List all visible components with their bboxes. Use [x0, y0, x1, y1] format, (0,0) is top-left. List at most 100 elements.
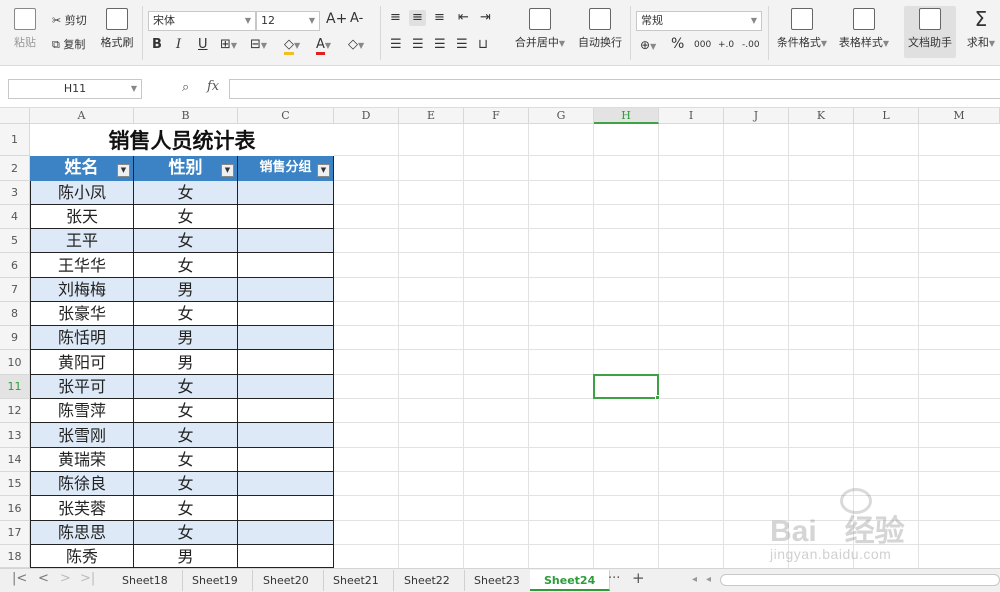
- table-cell[interactable]: 女: [134, 375, 238, 399]
- align-right-button[interactable]: ☰: [434, 37, 446, 53]
- table-cell[interactable]: 男: [134, 326, 238, 350]
- column-header-i[interactable]: I: [659, 108, 724, 124]
- table-cell[interactable]: 男: [134, 278, 238, 302]
- column-header-h[interactable]: H: [594, 108, 659, 124]
- more-sheets-button[interactable]: ···: [608, 571, 620, 586]
- number-format-select[interactable]: 常规 ▼: [636, 11, 762, 31]
- table-cell[interactable]: 张天: [30, 205, 134, 229]
- name-box[interactable]: H11 ▼: [8, 79, 142, 99]
- table-cell[interactable]: 男: [134, 545, 238, 568]
- table-cell[interactable]: [238, 545, 334, 568]
- table-cell[interactable]: 女: [134, 496, 238, 521]
- table-cell[interactable]: 陈秀: [30, 545, 134, 568]
- font-color-button[interactable]: A▼: [316, 37, 331, 55]
- row-header[interactable]: 6: [0, 253, 30, 278]
- clear-button[interactable]: ◇▼: [348, 37, 364, 54]
- table-cell[interactable]: 张豪华: [30, 302, 134, 326]
- underline-button[interactable]: U: [198, 37, 208, 53]
- filter-dropdown-icon[interactable]: ▼: [221, 164, 234, 177]
- table-cell[interactable]: 黄阳可: [30, 350, 134, 375]
- column-header-c[interactable]: C: [238, 108, 334, 124]
- column-header-f[interactable]: F: [464, 108, 529, 124]
- table-cell[interactable]: 女: [134, 181, 238, 205]
- table-header-cell[interactable]: 姓名 ▼: [30, 156, 134, 181]
- distribute-button[interactable]: ⊔: [478, 37, 488, 53]
- sheet-tab-sheet22[interactable]: Sheet22: [390, 570, 465, 591]
- table-cell[interactable]: 男: [134, 350, 238, 375]
- selected-cell[interactable]: [593, 374, 659, 399]
- table-cell[interactable]: 陈恬明: [30, 326, 134, 350]
- table-cell[interactable]: [238, 423, 334, 448]
- column-header-g[interactable]: G: [529, 108, 594, 124]
- scroll-left-icon[interactable]: ◂: [692, 574, 697, 585]
- sheet-tab-sheet19[interactable]: Sheet19: [178, 570, 253, 591]
- wrap-text-button[interactable]: 自动换行: [576, 8, 624, 50]
- row-header[interactable]: 8: [0, 302, 30, 326]
- column-header-l[interactable]: L: [854, 108, 919, 124]
- decrease-decimal-button[interactable]: -.00: [742, 37, 760, 53]
- italic-button[interactable]: I: [176, 37, 181, 53]
- table-cell[interactable]: 陈徐良: [30, 472, 134, 496]
- percent-button[interactable]: %: [671, 36, 684, 52]
- border-button[interactable]: ⊞▼: [220, 37, 237, 54]
- table-cell[interactable]: 刘梅梅: [30, 278, 134, 302]
- align-center-button[interactable]: ☰: [412, 37, 424, 53]
- table-cell[interactable]: 女: [134, 229, 238, 253]
- cut-button[interactable]: ✂ 剪切: [52, 13, 87, 29]
- column-header-k[interactable]: K: [789, 108, 854, 124]
- next-sheet-button[interactable]: >: [60, 571, 71, 586]
- first-sheet-button[interactable]: |<: [12, 571, 27, 586]
- table-style-button[interactable]: 表格样式▼: [836, 8, 892, 50]
- table-cell[interactable]: 张雪刚: [30, 423, 134, 448]
- table-header-cell[interactable]: 性别 ▼: [134, 156, 238, 181]
- copy-button[interactable]: ⧉ 复制: [52, 37, 85, 53]
- add-sheet-button[interactable]: +: [632, 569, 645, 587]
- increase-decimal-button[interactable]: +.0: [718, 37, 734, 53]
- table-cell[interactable]: [238, 521, 334, 545]
- row-header[interactable]: 18: [0, 545, 30, 568]
- table-title[interactable]: 销售人员统计表: [30, 124, 334, 156]
- doc-assistant-button[interactable]: 文档助手: [904, 6, 956, 58]
- row-header[interactable]: 13: [0, 423, 30, 448]
- table-cell[interactable]: [238, 205, 334, 229]
- row-header[interactable]: 2: [0, 156, 30, 181]
- column-header-j[interactable]: J: [724, 108, 789, 124]
- table-cell[interactable]: 女: [134, 472, 238, 496]
- merge-center-button[interactable]: 合并居中▼: [512, 8, 568, 50]
- scroll-left-icon[interactable]: ◂: [706, 574, 711, 585]
- filter-dropdown-icon[interactable]: ▼: [117, 164, 130, 177]
- column-header-a[interactable]: A: [30, 108, 134, 124]
- row-header[interactable]: 1: [0, 124, 30, 156]
- table-cell[interactable]: [238, 448, 334, 472]
- table-cell[interactable]: [238, 253, 334, 278]
- table-cell[interactable]: 女: [134, 205, 238, 229]
- zoom-search-icon[interactable]: ⌕: [182, 80, 189, 95]
- thousands-button[interactable]: 000: [694, 37, 711, 53]
- table-cell[interactable]: 张平可: [30, 375, 134, 399]
- row-header[interactable]: 16: [0, 496, 30, 521]
- row-header[interactable]: 3: [0, 181, 30, 205]
- table-cell[interactable]: 陈雪萍: [30, 399, 134, 423]
- table-cell[interactable]: [238, 399, 334, 423]
- row-header[interactable]: 12: [0, 399, 30, 423]
- table-cell[interactable]: 女: [134, 302, 238, 326]
- table-cell[interactable]: 女: [134, 448, 238, 472]
- row-header[interactable]: 11: [0, 375, 30, 399]
- sum-button[interactable]: Σ 求和▼: [962, 8, 1000, 50]
- cell-style-button[interactable]: ⊟▼: [250, 37, 267, 54]
- column-header-m[interactable]: M: [919, 108, 1000, 124]
- justify-button[interactable]: ☰: [456, 37, 468, 53]
- horizontal-scrollbar[interactable]: [720, 574, 1000, 586]
- grow-font-button[interactable]: A+: [326, 11, 347, 27]
- formula-input[interactable]: [229, 79, 1000, 99]
- last-sheet-button[interactable]: >|: [80, 571, 95, 586]
- filter-dropdown-icon[interactable]: ▼: [317, 164, 330, 177]
- sheet-tab-sheet21[interactable]: Sheet21: [319, 570, 394, 591]
- sheet-tab-sheet20[interactable]: Sheet20: [249, 570, 324, 591]
- table-cell[interactable]: [238, 375, 334, 399]
- sheet-tab-sheet18[interactable]: Sheet18: [108, 570, 183, 591]
- align-middle-button[interactable]: ≡: [409, 10, 426, 26]
- font-size-select[interactable]: 12 ▼: [256, 11, 320, 31]
- font-name-select[interactable]: 宋体 ▼: [148, 11, 256, 31]
- prev-sheet-button[interactable]: <: [38, 571, 49, 586]
